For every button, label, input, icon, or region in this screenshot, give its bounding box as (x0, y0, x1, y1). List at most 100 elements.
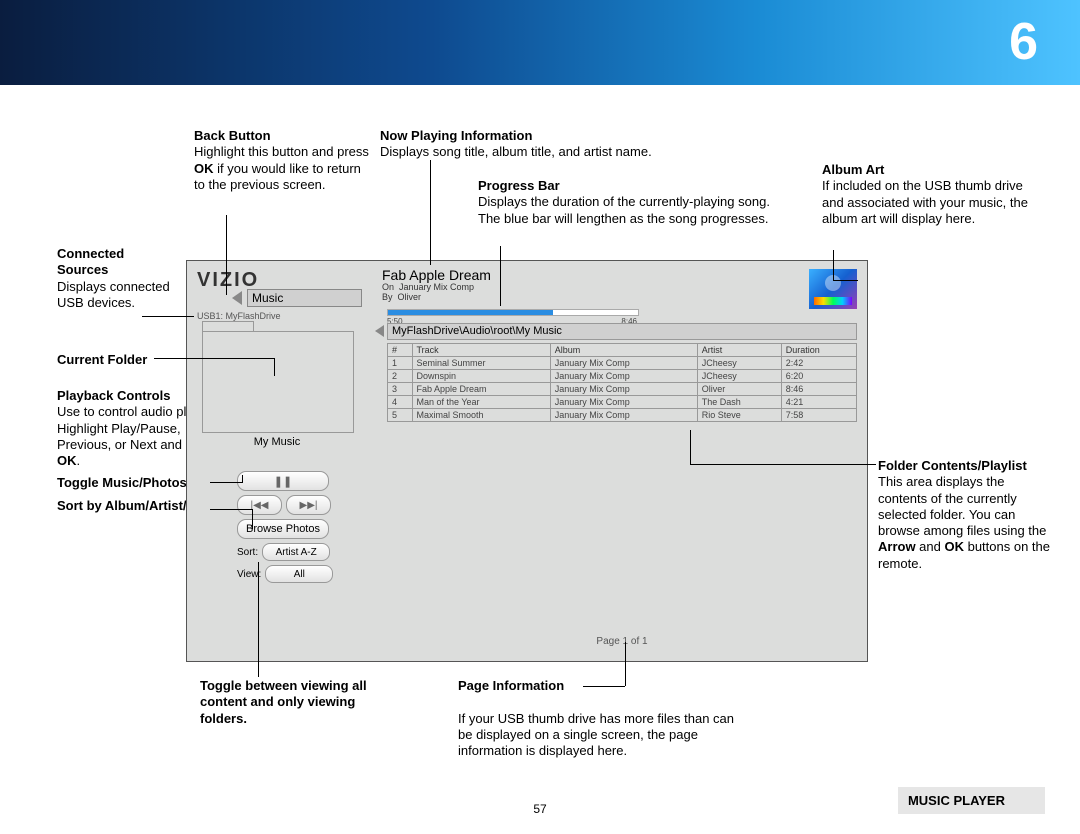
cell: Oliver (697, 383, 781, 396)
np-artist: Oliver (398, 292, 422, 302)
cell: January Mix Comp (550, 396, 697, 409)
cell: 6:20 (781, 370, 856, 383)
cell: 4 (388, 396, 413, 409)
back-icon[interactable] (232, 291, 242, 305)
callout-page-info: Page Information If your USB thumb drive… (458, 678, 738, 759)
table-row[interactable]: 2DownspinJanuary Mix CompJCheesy6:20 (388, 370, 857, 383)
music-player-screen: VIZIO Music USB1: MyFlashDrive My Music … (186, 260, 868, 662)
callout-title: Folder Contents/Playlist (878, 458, 1027, 473)
leader (690, 464, 876, 465)
cell: January Mix Comp (550, 370, 697, 383)
col-artist: Artist (697, 344, 781, 357)
col-num: # (388, 344, 413, 357)
chapter-header: 6 (0, 0, 1080, 85)
cell: 2:42 (781, 357, 856, 370)
breadcrumb[interactable]: MyFlashDrive\Audio\root\My Music (387, 323, 857, 340)
leader (625, 642, 626, 686)
cell: 2 (388, 370, 413, 383)
cell: Fab Apple Dream (412, 383, 550, 396)
table-row[interactable]: 3Fab Apple DreamJanuary Mix CompOliver8:… (388, 383, 857, 396)
page-info: Page 1 of 1 (387, 636, 857, 647)
cell: The Dash (697, 396, 781, 409)
callout-body: If included on the USB thumb drive and a… (822, 178, 1028, 226)
cell: January Mix Comp (550, 357, 697, 370)
breadcrumb-back-icon[interactable] (375, 325, 384, 337)
callout-title: Back Button (194, 128, 271, 143)
col-duration: Duration (781, 344, 856, 357)
cell: 8:46 (781, 383, 856, 396)
leader (690, 430, 691, 464)
leader (252, 509, 253, 529)
track-table: # Track Album Artist Duration 1Seminal S… (387, 343, 857, 422)
callout-folder-contents: Folder Contents/Playlist This area displ… (878, 458, 1053, 572)
callout-title: Now Playing Information (380, 128, 532, 143)
np-album: January Mix Comp (399, 282, 474, 292)
view-button[interactable]: All (265, 565, 333, 583)
folder-icon[interactable] (202, 331, 354, 433)
col-album: Album (550, 344, 697, 357)
now-playing: Fab Apple Dream On January Mix Comp By O… (382, 267, 662, 303)
leader (242, 475, 243, 483)
folder-name: My Music (202, 436, 352, 448)
chapter-number: 6 (1009, 12, 1038, 72)
sort-label: Sort: (237, 547, 258, 558)
leader (274, 358, 275, 376)
cell: January Mix Comp (550, 409, 697, 422)
browse-photos-button[interactable]: Browse Photos (237, 519, 329, 539)
cell: 3 (388, 383, 413, 396)
cell: JCheesy (697, 357, 781, 370)
callout-back: Back Button Highlight this button and pr… (194, 128, 369, 193)
cell: 7:58 (781, 409, 856, 422)
table-row[interactable]: 1Seminal SummerJanuary Mix CompJCheesy2:… (388, 357, 857, 370)
leader (258, 562, 259, 677)
callout-current-folder: Current Folder (57, 352, 187, 368)
callout-title: Album Art (822, 162, 884, 177)
callout-title: Playback Controls (57, 388, 170, 403)
leader (154, 358, 274, 359)
leader (583, 686, 625, 687)
cell: 5 (388, 409, 413, 422)
table-row[interactable]: 4Man of the YearJanuary Mix CompThe Dash… (388, 396, 857, 409)
leader (226, 215, 227, 295)
connected-source[interactable]: USB1: MyFlashDrive (197, 311, 281, 321)
next-button[interactable]: ▶▶| (286, 495, 331, 515)
callout-title: Toggle Music/Photos (57, 475, 187, 490)
play-pause-button[interactable]: ❚❚ (237, 471, 329, 491)
callout-progress: Progress Bar Displays the duration of th… (478, 178, 778, 227)
cell: Rio Steve (697, 409, 781, 422)
cell: Seminal Summer (412, 357, 550, 370)
callout-now-playing: Now Playing Information Displays song ti… (380, 128, 740, 161)
callout-album-art: Album Art If included on the USB thumb d… (822, 162, 1032, 227)
music-label[interactable]: Music (247, 289, 362, 307)
callout-body: Displays connected USB devices. (57, 279, 170, 310)
callout-sources: Connected Sources Displays connected USB… (57, 246, 177, 311)
sort-button[interactable]: Artist A-Z (262, 543, 330, 561)
prev-button[interactable]: |◀◀ (237, 495, 282, 515)
callout-view-toggle: Toggle between viewing all content and o… (200, 678, 400, 727)
cell: JCheesy (697, 370, 781, 383)
callout-body: Displays song title, album title, and ar… (380, 144, 652, 159)
leader (210, 509, 252, 510)
leader (833, 280, 858, 281)
callout-title: Current Folder (57, 352, 147, 367)
callout-title: Progress Bar (478, 178, 560, 193)
leader (142, 316, 194, 317)
callout-title: Connected Sources (57, 246, 124, 277)
leader (210, 482, 242, 483)
cell: Downspin (412, 370, 550, 383)
cell: 1 (388, 357, 413, 370)
cell: January Mix Comp (550, 383, 697, 396)
page-number: 57 (0, 802, 1080, 816)
cell: Maximal Smooth (412, 409, 550, 422)
playback-controls: ❚❚ |◀◀ ▶▶| Browse Photos Sort: Artist A-… (237, 471, 333, 587)
cell: Man of the Year (412, 396, 550, 409)
table-row[interactable]: 5Maximal SmoothJanuary Mix CompRio Steve… (388, 409, 857, 422)
callout-title: Page Information (458, 678, 564, 693)
np-title: Fab Apple Dream (382, 267, 662, 283)
callout-body: Displays the duration of the currently-p… (478, 194, 770, 225)
leader (500, 246, 501, 306)
leader (833, 250, 834, 280)
callout-body: If your USB thumb drive has more files t… (458, 711, 734, 759)
callout-title: Toggle between viewing all content and o… (200, 678, 367, 726)
cell: 4:21 (781, 396, 856, 409)
